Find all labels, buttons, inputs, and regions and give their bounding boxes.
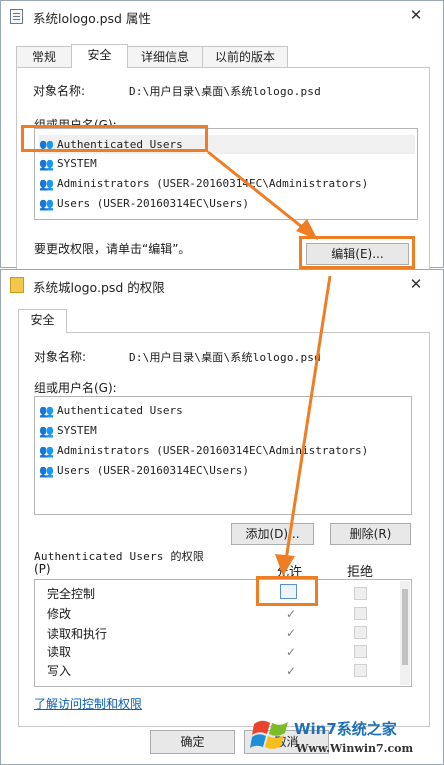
users-group-icon: 👥 bbox=[39, 443, 54, 458]
scrollbar[interactable] bbox=[400, 581, 410, 685]
users-group-icon: 👥 bbox=[39, 176, 54, 191]
list-item[interactable]: 👥 Administrators (USER-20160314EC\Admini… bbox=[39, 441, 368, 460]
checkmark-icon[interactable]: ✓ bbox=[284, 664, 298, 678]
edit-hint-text: 要更改权限，请单击“编辑”。 bbox=[34, 242, 191, 256]
watermark-url: Www.Winwin7.com bbox=[296, 742, 414, 755]
object-name-value: D:\用户目录\桌面\系统lologo.psd bbox=[129, 351, 321, 364]
properties-titlebar[interactable]: 系统lologo.psd 属性 ✕ bbox=[1, 1, 443, 31]
deny-checkbox[interactable] bbox=[354, 664, 367, 677]
permissions-title: 系统城logo.psd 的权限 bbox=[33, 280, 165, 295]
tab-security[interactable]: 安全 bbox=[71, 44, 128, 68]
deny-column-header: 拒绝 bbox=[347, 565, 374, 580]
close-icon[interactable]: ✕ bbox=[406, 275, 426, 293]
users-group-icon: 👥 bbox=[39, 403, 54, 418]
permissions-list[interactable]: 完全控制 修改 读取和执行 读取 写入 ✓ ✓ ✓ ✓ ✓ bbox=[34, 579, 412, 687]
close-icon[interactable]: ✕ bbox=[406, 6, 426, 24]
users-group-icon: 👥 bbox=[39, 423, 54, 438]
permission-name: 修改 bbox=[47, 607, 72, 621]
group-user-label: 组或用户名(G): bbox=[34, 381, 117, 395]
tab-previous-versions[interactable]: 以前的版本 bbox=[202, 46, 288, 68]
checkmark-icon[interactable]: ✓ bbox=[284, 607, 298, 621]
file-icon bbox=[10, 277, 24, 293]
deny-checkbox[interactable] bbox=[354, 607, 367, 620]
list-item[interactable]: 👥 Authenticated Users bbox=[39, 401, 183, 420]
tab-general[interactable]: 常规 bbox=[16, 46, 72, 68]
permission-name: 读取和执行 bbox=[47, 627, 108, 641]
remove-button[interactable]: 删除(R) bbox=[330, 523, 411, 545]
add-button[interactable]: 添加(D)... bbox=[231, 523, 314, 545]
learn-access-control-link[interactable]: 了解访问控制和权限 bbox=[34, 695, 142, 712]
users-group-icon: 👥 bbox=[39, 463, 54, 478]
permissions-header-hotkey: (P) bbox=[34, 562, 51, 576]
deny-checkbox[interactable] bbox=[354, 626, 367, 639]
deny-checkbox[interactable] bbox=[354, 587, 367, 600]
checkmark-icon[interactable]: ✓ bbox=[284, 626, 298, 640]
permission-name: 写入 bbox=[47, 664, 72, 678]
permissions-titlebar[interactable]: 系统城logo.psd 的权限 ✕ bbox=[1, 270, 443, 300]
tab-security[interactable]: 安全 bbox=[18, 309, 67, 333]
object-name-label: 对象名称: bbox=[34, 350, 87, 364]
list-item[interactable]: 👥 SYSTEM bbox=[39, 154, 97, 173]
file-icon bbox=[10, 9, 23, 24]
users-group-icon: 👥 bbox=[39, 196, 54, 211]
watermark-brand: Win7系统之家 bbox=[294, 720, 397, 738]
deny-checkbox[interactable] bbox=[354, 645, 367, 658]
permissions-header: Authenticated Users 的权限 bbox=[34, 550, 205, 563]
highlight-allow-checkbox bbox=[280, 584, 297, 599]
object-name-value: D:\用户目录\桌面\系统lologo.psd bbox=[129, 85, 321, 98]
highlight-edit-button bbox=[299, 236, 415, 269]
permission-name: 读取 bbox=[47, 645, 72, 659]
properties-title: 系统lologo.psd 属性 bbox=[33, 11, 151, 26]
ok-button[interactable]: 确定 bbox=[150, 730, 235, 754]
list-item[interactable]: 👥 Users (USER-20160314EC\Users) bbox=[39, 194, 249, 213]
highlight-authenticated-users bbox=[21, 125, 208, 152]
watermark: Win7系统之家 Www.Winwin7.com bbox=[246, 712, 444, 765]
list-item[interactable]: 👥 Users (USER-20160314EC\Users) bbox=[39, 461, 249, 480]
users-group-icon: 👥 bbox=[39, 156, 54, 171]
object-name-label: 对象名称: bbox=[33, 84, 86, 98]
list-item[interactable]: 👥 SYSTEM bbox=[39, 421, 97, 440]
windows-logo-icon bbox=[250, 720, 288, 749]
permission-name: 完全控制 bbox=[47, 587, 96, 601]
permissions-window: 系统城logo.psd 的权限 ✕ 安全 对象名称: D:\用户目录\桌面\系统… bbox=[0, 269, 444, 765]
user-list[interactable]: 👥 Authenticated Users 👥 SYSTEM 👥 Adminis… bbox=[34, 396, 412, 515]
checkmark-icon[interactable]: ✓ bbox=[284, 645, 298, 659]
list-item[interactable]: 👥 Administrators (USER-20160314EC\Admini… bbox=[39, 174, 368, 193]
tab-details[interactable]: 详细信息 bbox=[127, 46, 203, 68]
